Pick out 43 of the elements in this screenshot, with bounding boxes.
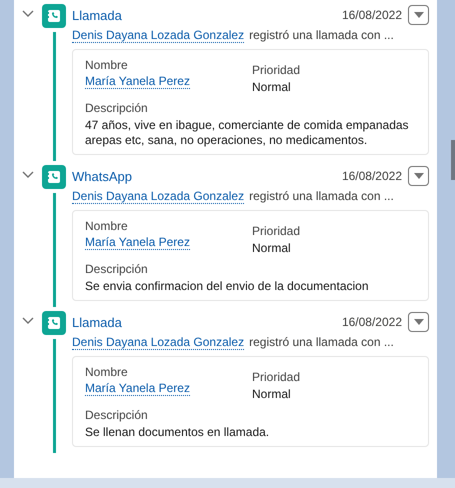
field-label: Prioridad [252,63,302,78]
chevron-icon [22,171,34,179]
field-label: Prioridad [252,224,302,239]
user-link[interactable]: Denis Dayana Lozada Gonzalez [72,28,244,43]
field-value: Se llenan documentos en llamada. [85,425,270,440]
field-label: Prioridad [252,370,302,385]
field-value: Normal [252,80,292,95]
field-label: Nombre [85,365,128,380]
chevron-icon [22,10,34,18]
activity-title[interactable]: Llamada [72,314,342,330]
chevron-icon [22,317,34,325]
dropdown-button[interactable] [408,166,429,186]
activity-summary: registró una llamada con ... [249,28,394,43]
activity-date: 16/08/2022 [342,8,402,22]
activity-date: 16/08/2022 [342,169,402,183]
caret-icon [414,12,424,18]
field-label: Descripción [85,408,149,423]
caret-icon [414,173,424,179]
field-value: Normal [252,387,292,402]
field-label: Nombre [85,219,128,234]
contact-link[interactable]: María Yanela Perez [85,381,190,396]
activity-date: 16/08/2022 [342,315,402,329]
caret-icon [414,319,424,325]
field-label: Nombre [85,58,128,73]
phone-icon [47,9,61,23]
field-label: Descripción [85,262,149,277]
dropdown-button[interactable] [408,5,429,25]
user-link[interactable]: Denis Dayana Lozada Gonzalez [72,335,244,350]
dropdown-button[interactable] [408,312,429,332]
phone-icon [47,316,61,330]
field-value: 47 años, vive en ibague, comerciante de comida empanadas arepas etc, sana, no operaciones, no medicamentos. [85,118,410,148]
activity-summary: registró una llamada con ... [249,335,394,350]
contact-link[interactable]: María Yanela Perez [85,74,190,89]
activity-title[interactable]: WhatsApp [72,168,342,184]
field-value: Se envia confirmacion del envio de la documentacion [85,279,370,294]
activity-summary: registró una llamada con ... [249,189,394,204]
phone-icon [47,170,61,184]
contact-link[interactable]: María Yanela Perez [85,235,190,250]
field-label: Descripción [85,101,149,116]
user-link[interactable]: Denis Dayana Lozada Gonzalez [72,189,244,204]
field-value: Normal [252,241,292,256]
activity-title[interactable]: Llamada [72,8,342,22]
scrollbar-thumb[interactable] [451,140,455,180]
